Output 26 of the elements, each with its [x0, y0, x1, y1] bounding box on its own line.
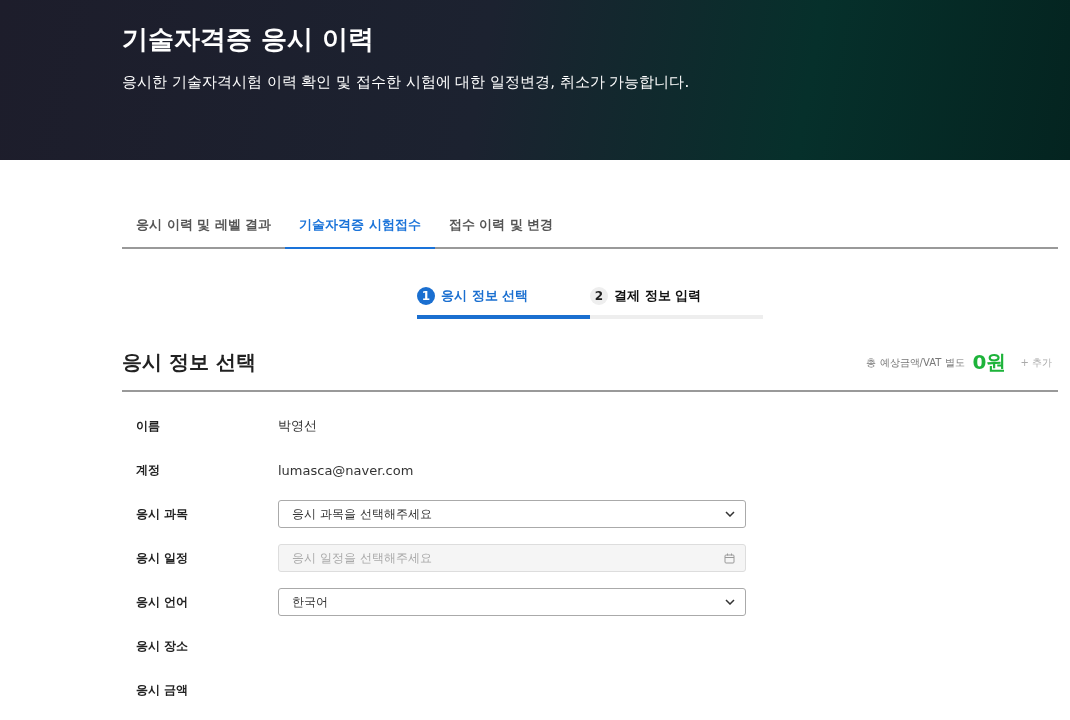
- field-label: 응시 장소: [136, 637, 190, 655]
- step-number: 2: [590, 287, 608, 305]
- step-label: 결제 정보 입력: [614, 287, 702, 305]
- calendar-icon: [724, 552, 735, 564]
- tab[interactable]: 응시 이력 및 레벨 결과: [122, 206, 286, 249]
- select-field[interactable]: 한국어: [278, 588, 746, 616]
- total-label: 총 예상금액/VAT 별도: [866, 355, 965, 370]
- field-value: lumasca@naver.com: [278, 462, 414, 478]
- field-value: 박영선: [278, 417, 317, 435]
- chevron-down-icon: [725, 599, 735, 605]
- select-field[interactable]: 응시 과목을 선택해주세요: [278, 500, 746, 528]
- page-subtitle: 응시한 기술자격시험 이력 확인 및 접수한 시험에 대한 일정변경, 취소가 가능합니다.: [122, 73, 691, 92]
- step-number: 1: [417, 287, 435, 305]
- field-label: 응시 금액: [136, 681, 190, 699]
- field-label: 이름: [136, 417, 161, 435]
- field-label: 응시 과목: [136, 505, 190, 523]
- tab[interactable]: 접수 이력 및 변경: [434, 206, 568, 249]
- total-amount: 0원: [972, 349, 1007, 376]
- step-label: 응시 정보 선택: [441, 287, 529, 305]
- field-label: 응시 일정: [136, 549, 190, 567]
- page-title: 기술자격증 응시 이력: [122, 23, 376, 56]
- chevron-down-icon: [725, 511, 735, 517]
- tab[interactable]: 기술자격증 시험접수: [285, 206, 435, 249]
- field-label: 응시 언어: [136, 593, 190, 611]
- section-title: 응시 정보 선택: [122, 349, 256, 376]
- field-label: 계정: [136, 461, 161, 479]
